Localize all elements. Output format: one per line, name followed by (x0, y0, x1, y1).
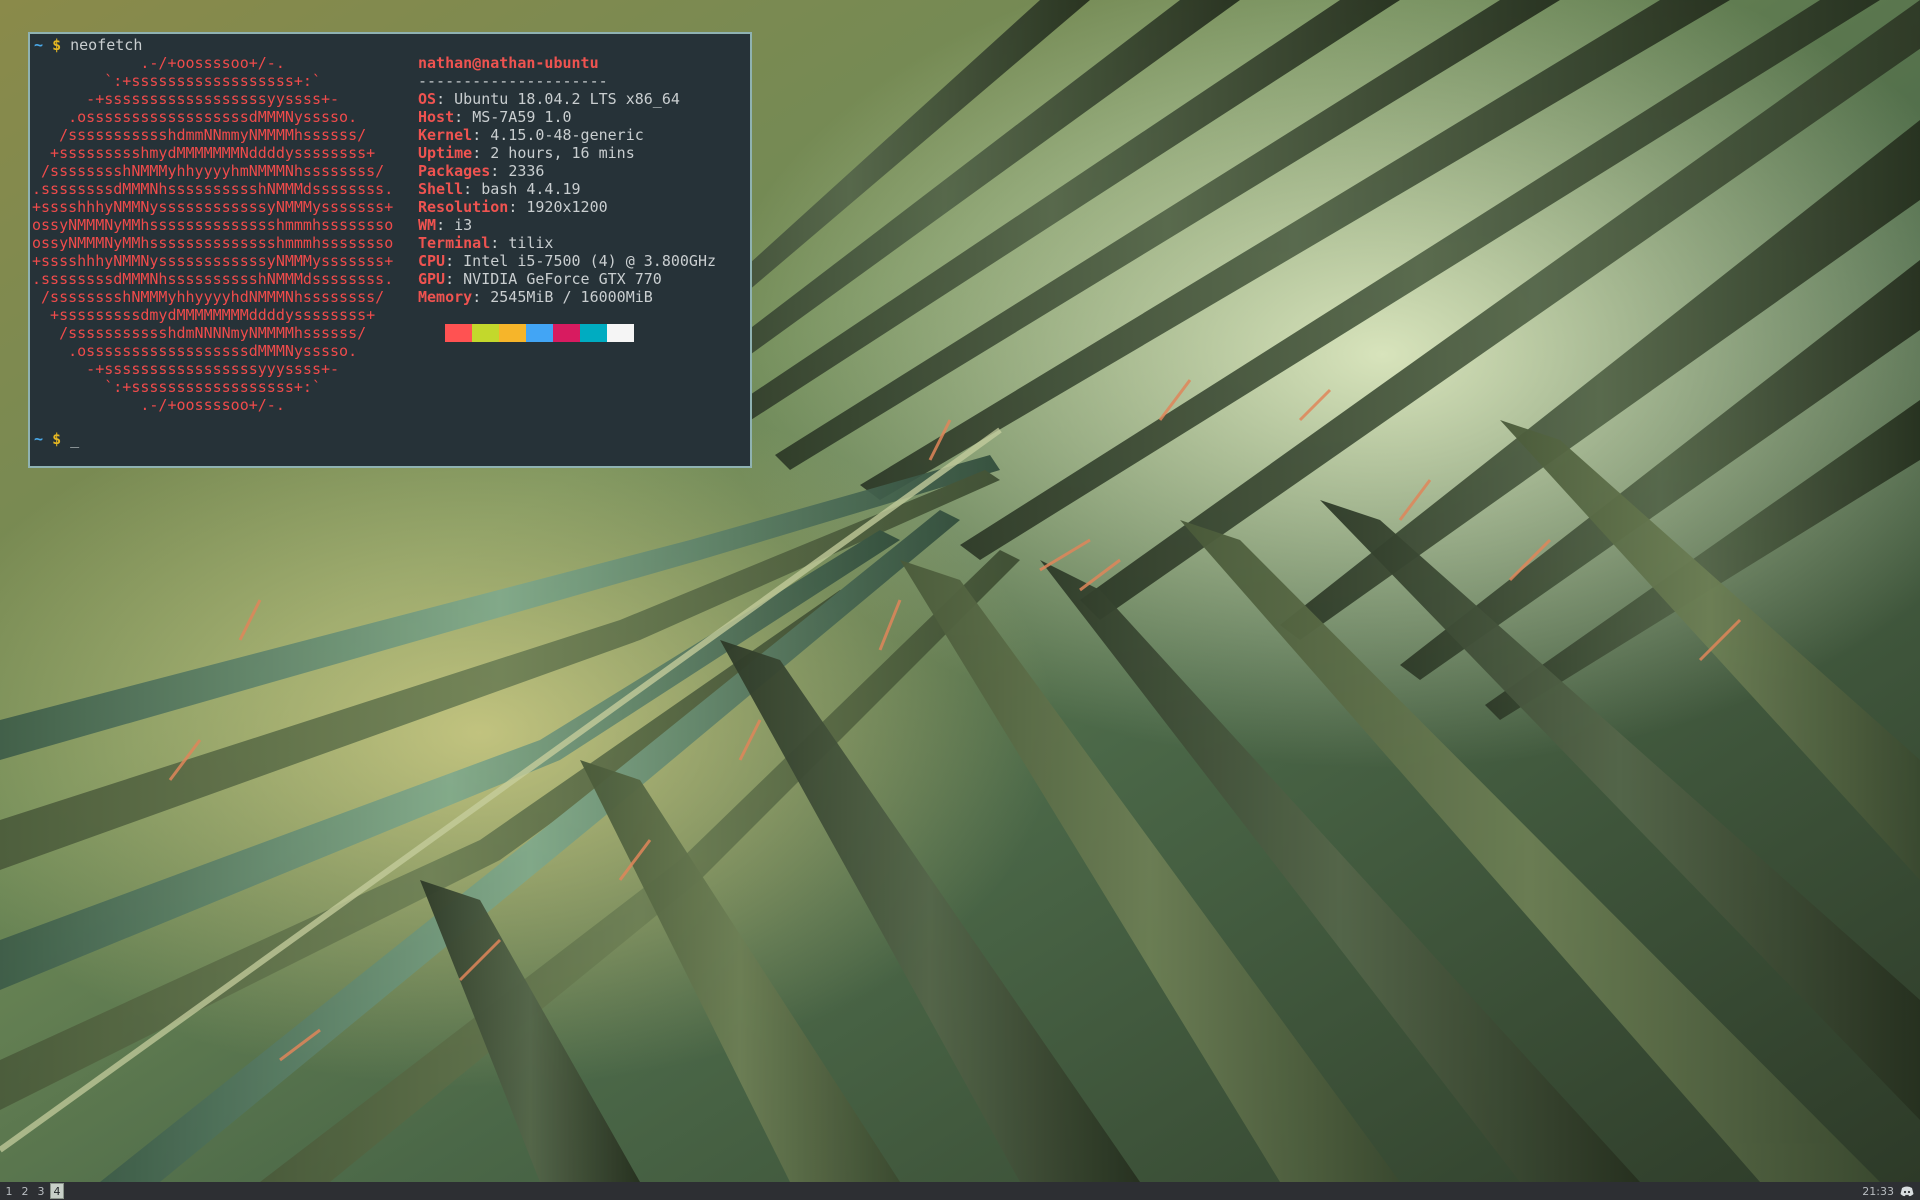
system-info-panel: nathan@nathan-ubuntu -------------------… (418, 54, 716, 306)
i3-status-bar: 1234 21:33 (0, 1182, 1920, 1200)
info-key-colon: : (436, 90, 446, 108)
info-key-colon: : (472, 126, 482, 144)
info-row-cpu: CPU: Intel i5-7500 (4) @ 3.800GHz (418, 252, 716, 270)
info-row-kernel: Kernel: 4.15.0-48-generic (418, 126, 716, 144)
info-key: Terminal (418, 234, 491, 252)
info-key: Shell (418, 180, 464, 198)
prompt-tilde: ~ (34, 36, 44, 54)
info-value: Ubuntu 18.04.2 LTS x86_64 (454, 90, 680, 108)
color-swatch-6 (580, 324, 607, 342)
prompt-symbol: $ (52, 36, 62, 54)
info-value: 1920x1200 (526, 198, 608, 216)
info-row-host: Host: MS-7A59 1.0 (418, 108, 716, 126)
prompt-line-command: ~ $ neofetch (34, 36, 142, 54)
color-swatch-0 (418, 324, 445, 342)
info-row-uptime: Uptime: 2 hours, 16 mins (418, 144, 716, 162)
prompt-symbol: $ (52, 430, 62, 448)
user-host-line: nathan@nathan-ubuntu (418, 54, 716, 72)
info-key: GPU (418, 270, 446, 288)
info-key: CPU (418, 252, 446, 270)
clock: 21:33 (1862, 1184, 1894, 1198)
info-value: 4.15.0-48-generic (490, 126, 644, 144)
info-key-colon: : (454, 108, 464, 126)
info-key-colon: : (490, 162, 500, 180)
workspace-button-4[interactable]: 4 (50, 1183, 64, 1199)
workspace-button-3[interactable]: 3 (34, 1183, 48, 1199)
info-key-colon: : (490, 234, 500, 252)
info-key: Uptime (418, 144, 473, 162)
info-value: bash 4.4.19 (481, 180, 581, 198)
info-key-colon: : (508, 198, 518, 216)
info-row-resolution: Resolution: 1920x1200 (418, 198, 716, 216)
info-value: i3 (454, 216, 473, 234)
info-row-os: OS: Ubuntu 18.04.2 LTS x86_64 (418, 90, 716, 108)
info-value: Intel i5-7500 (4) @ 3.800GHz (463, 252, 717, 270)
prompt-tilde: ~ (34, 430, 44, 448)
host-name: nathan-ubuntu (481, 54, 599, 72)
workspace-list: 1234 (0, 1183, 64, 1199)
info-row-terminal: Terminal: tilix (418, 234, 716, 252)
info-row-wm: WM: i3 (418, 216, 716, 234)
color-swatch-3 (499, 324, 526, 342)
info-key: WM (418, 216, 437, 234)
color-swatch-4 (526, 324, 553, 342)
user-name: nathan (418, 54, 473, 72)
info-row-shell: Shell: bash 4.4.19 (418, 180, 716, 198)
info-key-colon: : (463, 180, 473, 198)
info-key: Resolution (418, 198, 509, 216)
command-text: neofetch (70, 36, 143, 54)
info-key-colon: : (445, 252, 455, 270)
info-value: MS-7A59 1.0 (472, 108, 572, 126)
info-value: 2 hours, 16 mins (490, 144, 635, 162)
info-row-memory: Memory: 2545MiB / 16000MiB (418, 288, 716, 306)
workspace-button-2[interactable]: 2 (18, 1183, 32, 1199)
info-key-colon: : (436, 216, 446, 234)
discord-icon[interactable] (1900, 1186, 1914, 1197)
info-key: Memory (418, 288, 473, 306)
color-swatch-5 (553, 324, 580, 342)
info-value: 2336 (508, 162, 545, 180)
prompt-line-current[interactable]: ~ $ _ (34, 430, 79, 448)
separator-line: --------------------- (418, 72, 608, 90)
terminal-window[interactable]: ~ $ neofetch .-/+oossssoo+/-. `:+sssssss… (28, 32, 752, 468)
info-key-colon: : (472, 144, 482, 162)
at-sign: @ (472, 54, 482, 72)
info-value: NVIDIA GeForce GTX 770 (463, 270, 662, 288)
ubuntu-ascii-logo: .-/+oossssoo+/-. `:+ssssssssssssssssss+:… (32, 54, 394, 414)
info-value: tilix (508, 234, 554, 252)
color-palette (418, 324, 634, 342)
info-key: OS (418, 90, 437, 108)
info-key-colon: : (472, 288, 482, 306)
workspace-button-1[interactable]: 1 (2, 1183, 16, 1199)
info-row-packages: Packages: 2336 (418, 162, 716, 180)
info-value: 2545MiB / 16000MiB (490, 288, 653, 306)
info-key: Host (418, 108, 455, 126)
info-key: Packages (418, 162, 491, 180)
text-cursor: _ (70, 430, 80, 448)
color-swatch-2 (472, 324, 499, 342)
info-row-gpu: GPU: NVIDIA GeForce GTX 770 (418, 270, 716, 288)
color-swatch-1 (445, 324, 472, 342)
info-key: Kernel (418, 126, 473, 144)
color-swatch-7 (607, 324, 634, 342)
info-key-colon: : (445, 270, 455, 288)
